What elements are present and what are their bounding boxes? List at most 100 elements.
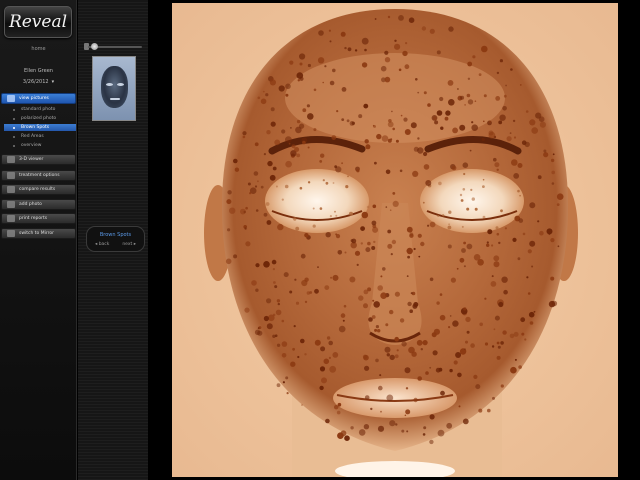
brown-spot — [449, 315, 452, 317]
brown-spot — [276, 383, 281, 388]
brown-spot — [247, 182, 251, 186]
back-button[interactable]: ◂ back — [95, 242, 109, 247]
brown-spot — [462, 418, 469, 425]
brown-spot — [463, 307, 467, 311]
brown-spot — [320, 153, 325, 158]
brown-spot — [317, 266, 319, 268]
brown-spot — [299, 62, 303, 66]
brown-spot — [496, 341, 500, 345]
brown-spot — [440, 126, 444, 130]
brown-spot — [340, 31, 346, 37]
compare-icon — [7, 186, 15, 193]
brown-spot — [386, 353, 390, 357]
brown-spot — [371, 220, 377, 226]
face-analysis-graphic — [204, 9, 578, 477]
brown-spot — [332, 352, 339, 358]
brown-spot — [312, 207, 315, 210]
nav-print-reports[interactable]: print reports — [1, 213, 76, 224]
brown-spot — [384, 76, 391, 83]
nav-compare-results[interactable]: compare results — [1, 184, 76, 195]
sub-item-overview[interactable]: overview — [9, 142, 75, 149]
brown-spot — [329, 80, 335, 86]
brown-spot — [255, 288, 259, 292]
brown-spot — [482, 178, 485, 181]
nav-add-photo[interactable]: add photo — [1, 199, 76, 210]
brown-spot — [254, 185, 258, 188]
brown-spot — [518, 218, 524, 223]
brown-spot — [537, 175, 542, 180]
brown-spot — [427, 103, 431, 107]
home-link[interactable]: home — [0, 46, 77, 52]
brown-spot — [362, 354, 368, 359]
brown-spot — [324, 285, 330, 290]
face-thumbnail[interactable] — [92, 56, 136, 121]
brown-spot — [394, 39, 397, 42]
brown-spot — [386, 394, 394, 402]
brown-spots-face-image[interactable] — [172, 3, 618, 477]
brown-spot — [477, 259, 484, 266]
brown-spot — [496, 168, 499, 171]
brown-spot — [381, 135, 389, 142]
brown-spot — [514, 358, 517, 361]
brown-spot — [395, 423, 398, 426]
brown-spot — [499, 114, 506, 121]
brown-spot — [417, 376, 422, 381]
brown-spot — [527, 292, 531, 295]
brown-spot — [262, 90, 265, 93]
brown-spot — [299, 186, 303, 190]
brown-spot — [422, 201, 425, 204]
brown-spot — [487, 408, 491, 413]
nav-switch-to-mirror[interactable]: switch to Mirror — [1, 228, 76, 239]
brown-spot — [533, 310, 536, 313]
nav-treatment-options[interactable]: treatment options — [1, 170, 76, 181]
brown-spot — [245, 206, 248, 210]
nav-view-pictures[interactable]: view pictures — [1, 93, 76, 104]
brown-spot — [429, 414, 435, 420]
sub-item-brown-spots[interactable]: Brown Spots — [4, 124, 76, 131]
brown-spot — [257, 96, 261, 100]
brown-spot — [494, 162, 500, 168]
sub-item-red-areas[interactable]: Red Areas — [9, 133, 75, 140]
brown-spot — [377, 425, 385, 432]
brown-spot — [285, 160, 292, 168]
brown-spot — [495, 226, 499, 230]
brown-spot — [461, 225, 464, 228]
nav-3d-viewer[interactable]: 3-D viewer — [1, 154, 76, 165]
brown-spot — [307, 146, 310, 149]
brown-spot — [522, 232, 526, 236]
brown-spot — [373, 301, 380, 308]
brown-spot — [513, 331, 519, 337]
brown-spot — [271, 259, 277, 265]
brown-spot — [456, 88, 459, 90]
brown-spot — [227, 190, 232, 195]
brown-spot — [557, 245, 560, 248]
brown-spot — [374, 328, 378, 332]
brown-spot — [240, 208, 246, 215]
brown-spot — [294, 278, 297, 281]
brown-spot — [328, 340, 333, 346]
brown-spot — [429, 439, 434, 445]
brown-spot — [275, 185, 278, 188]
next-button[interactable]: next ▸ — [122, 242, 136, 247]
nav-label: switch to Mirror — [19, 231, 55, 236]
brown-spot — [227, 228, 231, 232]
brown-spot — [517, 189, 520, 193]
session-date-select[interactable]: 3/26/2012 ▾ — [0, 79, 77, 85]
brown-spot — [345, 185, 349, 189]
brown-spot — [257, 330, 263, 336]
brown-spot — [464, 348, 466, 350]
sub-item-polarized-photo[interactable]: polarized photo — [9, 115, 75, 122]
brown-spot — [285, 93, 289, 97]
brown-spot — [400, 114, 403, 117]
brown-spot — [244, 227, 247, 230]
brown-spot — [285, 376, 289, 380]
brown-spot — [550, 276, 555, 281]
brown-spot — [377, 329, 381, 333]
brown-spot — [364, 365, 370, 371]
brown-spot — [537, 220, 540, 223]
brown-spot — [351, 121, 355, 126]
brown-spot — [543, 149, 547, 153]
brown-spot — [455, 352, 462, 358]
sub-item-standard-photo[interactable]: standard photo — [9, 106, 75, 113]
brown-spot — [449, 368, 453, 373]
